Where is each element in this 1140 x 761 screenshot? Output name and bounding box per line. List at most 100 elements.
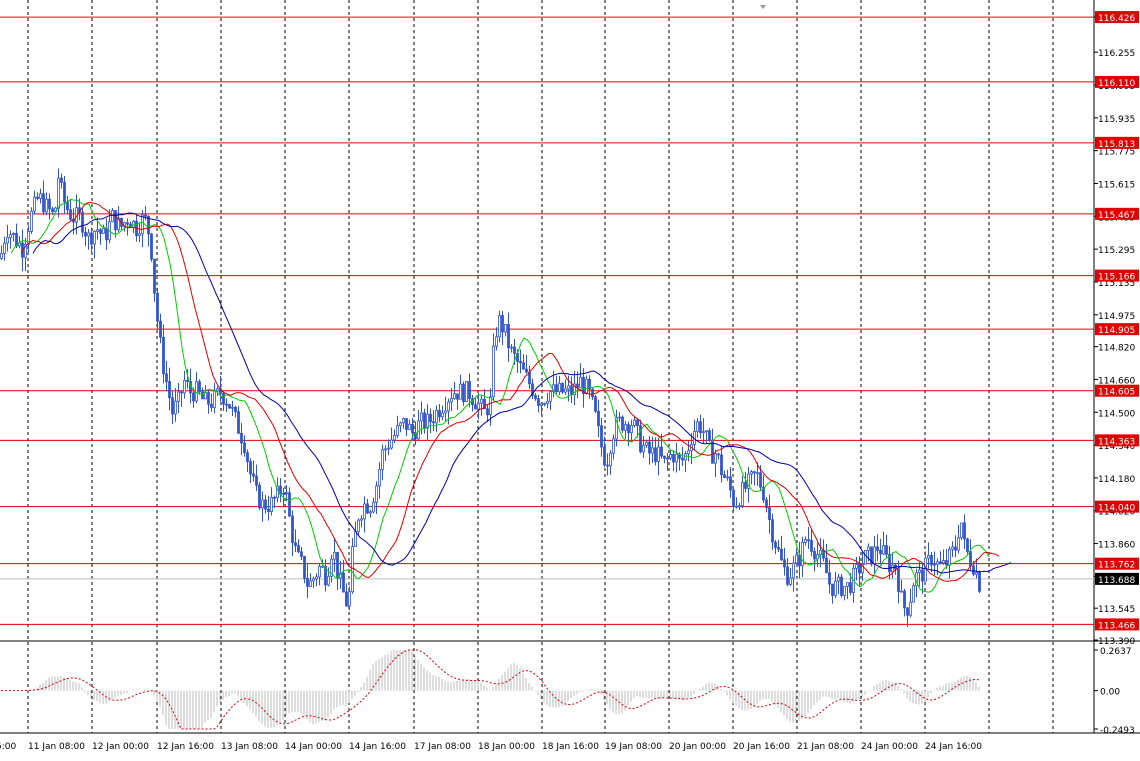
candle-body <box>717 453 720 456</box>
price-tick-label: 116.255 <box>1098 49 1135 59</box>
candle-body <box>6 237 9 244</box>
candle-body <box>402 418 405 424</box>
level-label: 116.110 <box>1098 79 1135 89</box>
level-label: 113.762 <box>1098 561 1135 571</box>
candle-body <box>309 580 312 587</box>
candle-body <box>792 562 795 579</box>
candle-body <box>237 411 240 434</box>
candle-body <box>81 211 84 233</box>
candle-body <box>297 545 300 553</box>
candle-body <box>855 564 858 569</box>
candle-body <box>780 548 783 561</box>
time-label: 13 Jan 08:00 <box>221 742 278 752</box>
candle-body <box>630 425 633 434</box>
candle-body <box>849 582 852 593</box>
price-tick-label: 115.615 <box>1098 180 1135 190</box>
candle-body <box>687 450 690 455</box>
candle-body <box>609 452 612 467</box>
candle-body <box>159 320 162 338</box>
candle-body <box>759 472 762 488</box>
candle-body <box>156 292 159 322</box>
candle-body <box>3 242 6 254</box>
candle-body <box>291 515 294 544</box>
candle-body <box>363 503 366 520</box>
candle-body <box>252 473 255 477</box>
candle-body <box>966 538 969 552</box>
price-tick-label: 113.860 <box>1098 541 1135 551</box>
candle-body <box>738 505 741 508</box>
candle-body <box>375 485 378 503</box>
candle-body <box>141 214 144 235</box>
candle-body <box>171 397 174 415</box>
candle-body <box>774 541 777 548</box>
candle-body <box>624 424 627 431</box>
candle-body <box>696 421 699 432</box>
time-label: 17 Jan 08:00 <box>414 742 471 752</box>
candle-body <box>138 233 141 237</box>
candle-body <box>327 575 330 586</box>
candle-body <box>891 564 894 573</box>
candle-body <box>405 418 408 430</box>
candle-body <box>393 435 396 441</box>
time-label: 20 Jan 16:00 <box>733 742 790 752</box>
level-label: 115.813 <box>1098 140 1135 150</box>
candle-body <box>150 233 153 260</box>
candle-body <box>564 388 567 393</box>
candle-body <box>39 193 42 199</box>
candle-body <box>102 228 105 234</box>
candle-body <box>282 493 285 495</box>
candle-body <box>576 383 579 388</box>
candle-body <box>579 376 582 388</box>
candle-body <box>126 222 129 225</box>
candle-body <box>885 545 888 555</box>
candle-body <box>657 446 660 462</box>
candle-body <box>795 554 798 564</box>
candle-body <box>810 539 813 552</box>
candle-body <box>558 382 561 393</box>
level-label: 114.040 <box>1098 504 1135 514</box>
candle-body <box>192 392 195 402</box>
candle-body <box>873 546 876 565</box>
time-label: 24 Jan 16:00 <box>925 742 982 752</box>
candle-body <box>864 550 867 565</box>
level-label: 115.467 <box>1098 211 1135 221</box>
time-label-left-edge: 5:00 <box>0 742 16 752</box>
candle-body <box>342 572 345 593</box>
price-tick-label: 114.180 <box>1098 475 1135 485</box>
candle-body <box>201 391 204 400</box>
candle-body <box>912 585 915 603</box>
candle-body <box>882 545 885 555</box>
level-label: 114.905 <box>1098 326 1135 336</box>
candle-body <box>93 230 96 245</box>
candle-body <box>651 447 654 454</box>
price-chart: 116.426116.255116.095115.935115.775115.6… <box>0 0 1140 757</box>
candle-body <box>732 489 735 508</box>
candle-body <box>546 400 549 404</box>
candle-body <box>900 590 903 593</box>
candle-body <box>951 546 954 550</box>
candle-body <box>555 384 558 393</box>
candle-body <box>489 396 492 416</box>
candle-body <box>255 475 258 486</box>
candle-body <box>918 569 921 574</box>
candle-body <box>246 452 249 462</box>
candle-body <box>9 234 12 238</box>
candle-body <box>744 481 747 489</box>
candle-body <box>234 406 237 413</box>
candle-body <box>441 412 444 418</box>
chart-background <box>0 0 1140 757</box>
candle-body <box>225 403 228 406</box>
candle-body <box>528 371 531 385</box>
candle-body <box>534 395 537 400</box>
candle-body <box>213 390 216 408</box>
candle-body <box>507 323 510 349</box>
candle-body <box>315 576 318 580</box>
candle-body <box>735 505 738 508</box>
candle-body <box>729 476 732 491</box>
candle-body <box>258 484 261 509</box>
candle-body <box>444 410 447 414</box>
candle-body <box>144 214 147 217</box>
time-label: 21 Jan 08:00 <box>797 742 854 752</box>
candle-body <box>216 388 219 392</box>
price-tick-label: 113.545 <box>1098 605 1135 615</box>
